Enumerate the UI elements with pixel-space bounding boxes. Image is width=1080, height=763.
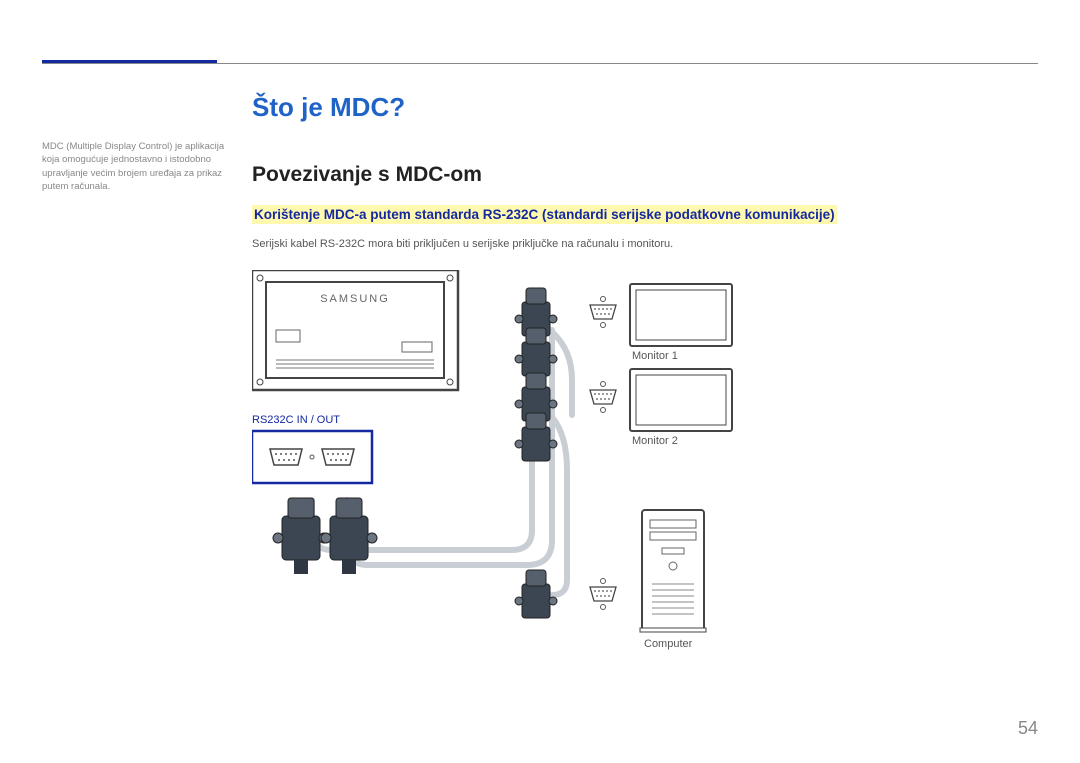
computer-tower-icon [640,510,706,632]
monitor-back-panel: SAMSUNG [252,270,458,390]
header-rule [42,63,1038,64]
rs232c-port-label: RS232C IN / OUT [252,414,340,426]
rs232c-port-box [252,431,372,483]
sidebar-note: MDC (Multiple Display Control) je aplika… [42,140,227,193]
page-title: Što je MDC? [252,92,1038,123]
serial-port-3 [590,579,616,610]
monitor-1-label: Monitor 1 [632,350,678,362]
page-number: 54 [1018,718,1038,739]
monitor-2-icon [630,369,732,431]
computer-label: Computer [644,638,692,650]
serial-port-2 [590,382,616,413]
section-heading: Povezivanje s MDC-om [252,163,1038,187]
main-content: Što je MDC? Povezivanje s MDC-om Korište… [252,92,1038,690]
brand-text: SAMSUNG [320,293,390,305]
serial-port-1 [590,297,616,328]
connection-diagram: SAMSUNG [252,270,812,690]
body-text: Serijski kabel RS-232C mora biti priklju… [252,238,1038,250]
subsection-highlight: Korištenje MDC-a putem standarda RS-232C… [252,205,837,224]
monitor-1-icon [630,284,732,346]
monitor-2-label: Monitor 2 [632,435,678,447]
